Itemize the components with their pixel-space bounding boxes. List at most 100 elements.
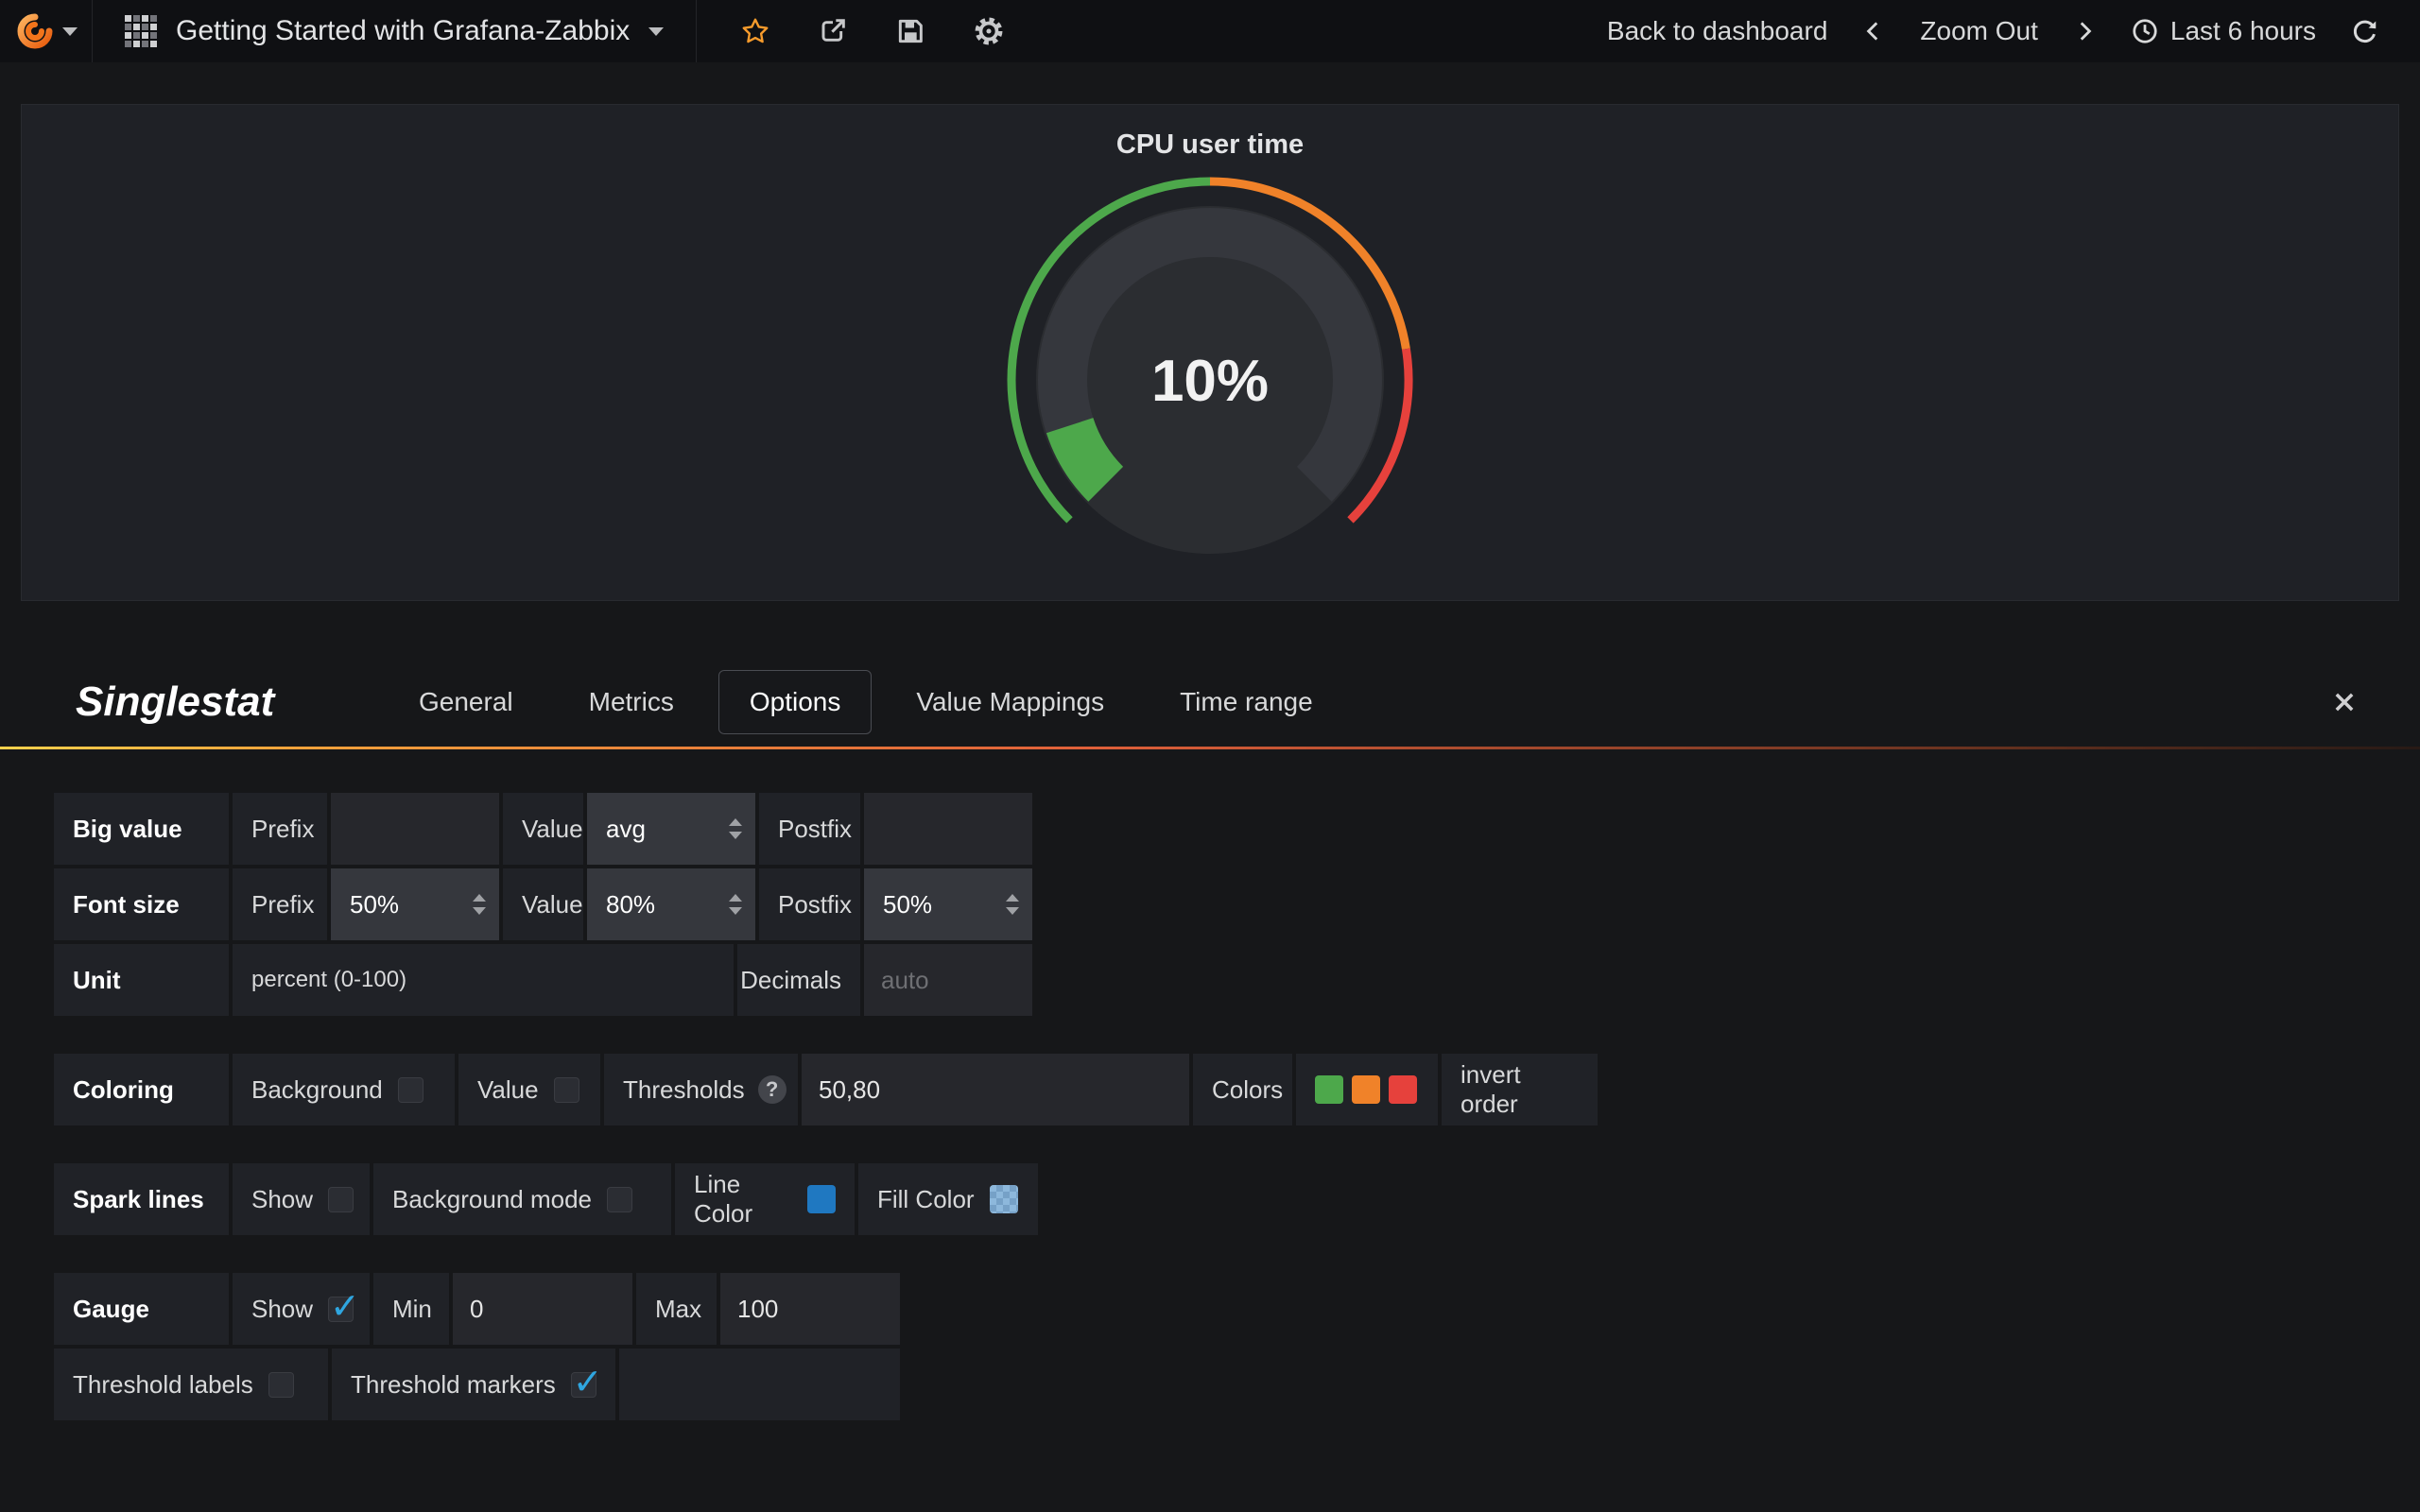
font-size-prefix-select[interactable]: 50% (331, 868, 499, 940)
time-shift-left-button[interactable] (1861, 19, 1886, 43)
refresh-icon (2350, 17, 2378, 45)
dashboard-title: Getting Started with Grafana-Zabbix (176, 15, 630, 47)
big-value-postfix-input[interactable] (864, 793, 1032, 865)
spark-lines-group: Spark lines Show Background mode Line Co… (54, 1163, 2420, 1235)
stepper-arrows-icon (729, 894, 742, 915)
threshold-color-swatch-0[interactable] (1315, 1075, 1343, 1104)
font-size-value-select[interactable]: 80% (587, 868, 755, 940)
big-value-postfix-field (864, 793, 1032, 865)
decimals-input[interactable] (864, 944, 1032, 1016)
thresholds-input[interactable] (802, 1054, 1189, 1125)
big-value-stat-select[interactable]: avg (587, 793, 755, 865)
navbar-actions (697, 15, 1005, 47)
time-picker-button[interactable]: Last 6 hours (2131, 16, 2316, 46)
gauge-chart: 10% (879, 163, 1541, 578)
font-size-value-label: Value (503, 868, 583, 940)
big-value-prefix-label: Prefix (233, 793, 327, 865)
gauge-min-input[interactable] (453, 1273, 632, 1345)
gauge-label: Gauge (54, 1273, 229, 1345)
gauge-show-checkbox[interactable] (328, 1297, 354, 1322)
dashboard-title-button[interactable]: Getting Started with Grafana-Zabbix (93, 0, 697, 62)
gauge-min-label: Min (373, 1273, 449, 1345)
big-value-row: Big value Prefix Value avg Postfix (54, 793, 2420, 865)
chevron-right-icon (2072, 19, 2097, 43)
tab-metrics[interactable]: Metrics (558, 670, 705, 734)
unit-label: Unit (54, 944, 229, 1016)
big-value-value-label: Value (503, 793, 583, 865)
gauge-min-field (453, 1273, 632, 1345)
fill-color-cell: Fill Color (858, 1163, 1038, 1235)
save-icon (895, 16, 925, 46)
back-to-dashboard-button[interactable]: Back to dashboard (1607, 16, 1828, 46)
fill-color-overlay (990, 1185, 1018, 1213)
threshold-markers-option: Threshold markers (332, 1349, 615, 1420)
share-button[interactable] (818, 16, 848, 46)
spark-lines-label: Spark lines (54, 1163, 229, 1235)
tab-options[interactable]: Options (718, 670, 873, 734)
navbar: Getting Started with Grafana-Zabbix (0, 0, 2420, 62)
big-value-postfix-label: Postfix (759, 793, 860, 865)
gauge-show-option: Show (233, 1273, 370, 1345)
threshold-color-swatch-2[interactable] (1389, 1075, 1417, 1104)
time-shift-right-button[interactable] (2072, 19, 2097, 43)
save-button[interactable] (895, 16, 925, 46)
font-size-postfix-label: Postfix (759, 868, 860, 940)
close-editor-button[interactable] (2331, 689, 2358, 715)
coloring-background-option: Background (233, 1054, 455, 1125)
stepper-arrows-icon (473, 894, 486, 915)
time-range-label: Last 6 hours (2170, 16, 2316, 46)
invert-order-link[interactable]: invert order (1461, 1060, 1579, 1119)
unit-value-link[interactable]: percent (0-100) (251, 967, 406, 993)
svg-text:10%: 10% (1151, 349, 1269, 414)
unit-row: Unit percent (0-100) Decimals (54, 944, 2420, 1016)
thresholds-label-cell: Thresholds ? (604, 1054, 798, 1125)
help-icon[interactable]: ? (758, 1075, 786, 1104)
font-size-postfix-select[interactable]: 50% (864, 868, 1032, 940)
big-value-prefix-field (331, 793, 499, 865)
fill-color-swatch[interactable] (990, 1185, 1018, 1213)
tab-general[interactable]: General (388, 670, 544, 734)
navbar-right: Back to dashboard Zoom Out Last 6 hours (1607, 16, 2420, 46)
spark-show-checkbox[interactable] (328, 1187, 354, 1212)
threshold-color-swatch-1[interactable] (1352, 1075, 1380, 1104)
coloring-value-option: Value (458, 1054, 600, 1125)
editor-header: Singlestat GeneralMetricsOptionsValue Ma… (0, 658, 2420, 747)
threshold-markers-checkbox[interactable] (571, 1372, 596, 1398)
tab-time-range[interactable]: Time range (1149, 670, 1344, 734)
gauge-max-input[interactable] (720, 1273, 900, 1345)
grafana-logo-button[interactable] (0, 0, 93, 62)
value-checkbox[interactable] (554, 1077, 579, 1103)
refresh-button[interactable] (2350, 17, 2378, 45)
settings-button[interactable] (973, 15, 1005, 47)
caret-down-icon (648, 27, 664, 36)
gauge-panel: CPU user time 10% (21, 104, 2399, 601)
coloring-row: Coloring Background Value Thresholds ? (54, 1054, 2420, 1125)
stepper-arrows-icon (1006, 894, 1019, 915)
thresholds-field (802, 1054, 1189, 1125)
empty-cell (619, 1349, 900, 1420)
colors-label: Colors (1193, 1054, 1292, 1125)
decimals-field (864, 944, 1032, 1016)
gauge-max-label: Max (636, 1273, 717, 1345)
gauge-options-group: Gauge Show Min Max Th (54, 1273, 2420, 1420)
clock-icon (2131, 17, 2159, 45)
chevron-left-icon (1861, 19, 1886, 43)
zoom-out-button[interactable]: Zoom Out (1920, 16, 2037, 46)
tab-value-mappings[interactable]: Value Mappings (885, 670, 1135, 734)
panel-editor: Singlestat GeneralMetricsOptionsValue Ma… (0, 658, 2420, 1420)
close-icon (2331, 689, 2358, 715)
threshold-colors-cell (1296, 1054, 1438, 1125)
share-icon (818, 16, 848, 46)
font-size-prefix-label: Prefix (233, 868, 327, 940)
unit-value-cell: percent (0-100) (233, 944, 734, 1016)
coloring-group: Coloring Background Value Thresholds ? (54, 1054, 2420, 1125)
background-mode-checkbox[interactable] (607, 1187, 632, 1212)
star-button[interactable] (740, 16, 770, 46)
panel-type-title: Singlestat (76, 679, 388, 726)
line-color-swatch[interactable] (807, 1185, 836, 1213)
background-checkbox[interactable] (398, 1077, 424, 1103)
big-value-prefix-input[interactable] (331, 793, 499, 865)
options-form: Big value Prefix Value avg Postfix (0, 749, 2420, 1420)
threshold-labels-checkbox[interactable] (268, 1372, 294, 1398)
decimals-label: Decimals (737, 944, 860, 1016)
